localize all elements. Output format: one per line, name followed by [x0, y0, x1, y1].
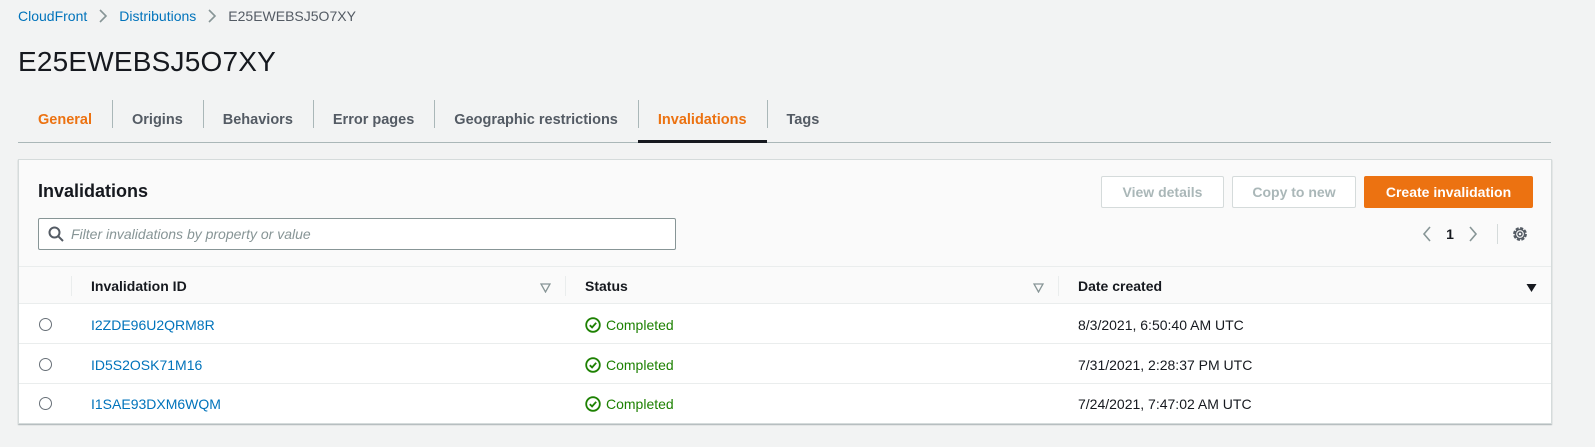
tab-origins[interactable]: Origins [112, 97, 203, 142]
page-title: E25EWEBSJ5O7XY [18, 46, 277, 77]
table-header: Invalidation ID Status Date created [19, 266, 1551, 304]
status-cell: Completed [585, 305, 674, 344]
status-text: Completed [606, 395, 674, 412]
create-invalidation-button[interactable]: Create invalidation [1364, 176, 1533, 208]
table-row[interactable]: I1SAE93DXM6WQM Completed 7/24/2021, 7:47… [19, 384, 1551, 423]
row-select-radio[interactable] [39, 318, 52, 331]
column-divider [1058, 276, 1059, 296]
breadcrumb-cloudfront-link[interactable]: CloudFront [18, 8, 87, 24]
tab-invalidations[interactable]: Invalidations [637, 97, 767, 143]
date-created-cell: 7/31/2021, 2:28:37 PM UTC [1078, 356, 1253, 373]
copy-to-new-button[interactable]: Copy to new [1232, 176, 1356, 208]
sort-triangle-icon[interactable] [1032, 280, 1045, 298]
header-date-created[interactable]: Date created [1078, 267, 1162, 304]
sort-triangle-icon[interactable] [539, 280, 552, 298]
pagination: 1 [1417, 224, 1530, 244]
status-text: Completed [606, 316, 674, 333]
status-cell: Completed [585, 345, 674, 384]
row-select-radio[interactable] [39, 397, 52, 410]
status-text: Completed [606, 356, 674, 373]
invalidation-id-link[interactable]: ID5S2OSK71M16 [91, 357, 202, 373]
breadcrumb-distributions-link[interactable]: Distributions [119, 8, 196, 24]
status-cell: Completed [585, 384, 674, 423]
invalidation-id-cell: ID5S2OSK71M16 [91, 345, 202, 384]
invalidation-id-cell: I1SAE93DXM6WQM [91, 384, 221, 423]
panel-header: Invalidations View details Copy to new C… [19, 160, 1551, 266]
view-details-button[interactable]: View details [1101, 176, 1224, 208]
sort-descending-icon[interactable] [1526, 280, 1537, 298]
column-divider [565, 276, 566, 296]
row-select-radio[interactable] [39, 358, 52, 371]
gear-icon[interactable] [1510, 225, 1530, 243]
tab-bar: General Origins Behaviors Error pages Ge… [18, 97, 1551, 143]
breadcrumb: CloudFront Distributions E25EWEBSJ5O7XY [18, 7, 356, 25]
date-created-cell: 7/24/2021, 7:47:02 AM UTC [1078, 395, 1252, 412]
invalidation-id-cell: I2ZDE96U2QRM8R [91, 305, 215, 344]
search-box [38, 218, 676, 250]
check-circle-icon [585, 316, 601, 333]
invalidation-id-link[interactable]: I2ZDE96U2QRM8R [91, 317, 215, 333]
tab-behaviors[interactable]: Behaviors [202, 97, 313, 142]
header-invalidation-id[interactable]: Invalidation ID [91, 267, 187, 304]
pager-divider [1497, 224, 1498, 244]
panel-title: Invalidations [38, 181, 149, 201]
tab-geographic-restrictions[interactable]: Geographic restrictions [434, 97, 638, 142]
tab-tags[interactable]: Tags [766, 97, 840, 142]
header-status[interactable]: Status [585, 267, 628, 304]
invalidation-id-link[interactable]: I1SAE93DXM6WQM [91, 396, 221, 412]
search-icon [41, 226, 71, 242]
tab-general[interactable]: General [18, 97, 112, 142]
table-row[interactable]: I2ZDE96U2QRM8R Completed 8/3/2021, 6:50:… [19, 305, 1551, 344]
chevron-right-icon [92, 7, 114, 25]
invalidations-panel: Invalidations View details Copy to new C… [18, 159, 1552, 424]
column-divider [71, 276, 72, 296]
date-created-cell: 8/3/2021, 6:50:40 AM UTC [1078, 316, 1244, 333]
previous-page-icon[interactable] [1417, 226, 1437, 242]
page-number[interactable]: 1 [1437, 226, 1463, 242]
chevron-right-icon [201, 7, 223, 25]
tab-error-pages[interactable]: Error pages [312, 97, 434, 142]
breadcrumb-current: E25EWEBSJ5O7XY [228, 8, 356, 24]
check-circle-icon [585, 395, 601, 412]
table-row[interactable]: ID5S2OSK71M16 Completed 7/31/2021, 2:28:… [19, 345, 1551, 384]
search-input[interactable] [71, 226, 675, 242]
next-page-icon[interactable] [1463, 226, 1483, 242]
check-circle-icon [585, 356, 601, 373]
